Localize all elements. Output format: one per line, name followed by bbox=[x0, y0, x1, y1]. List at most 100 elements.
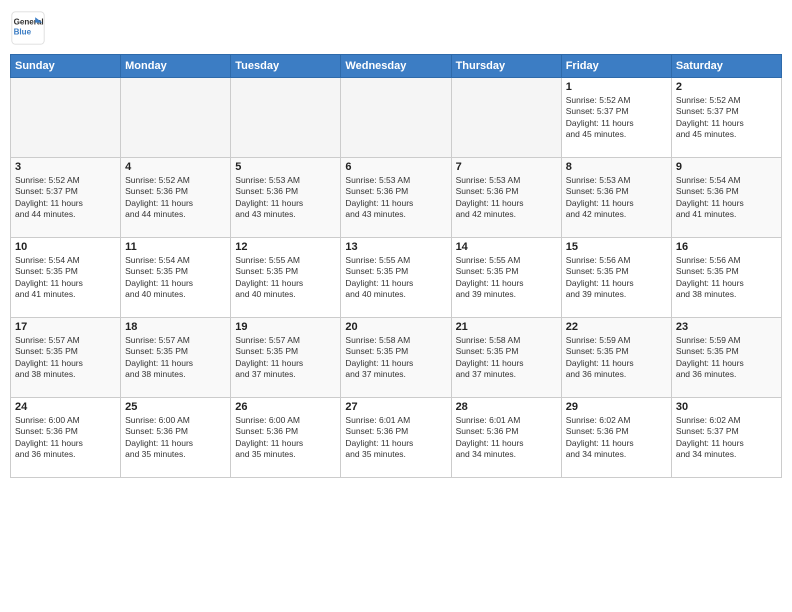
calendar-cell: 21 Sunrise: 5:58 AM Sunset: 5:35 PM Dayli… bbox=[451, 318, 561, 398]
calendar-cell: 27Sunrise: 6:01 AM Sunset: 5:36 PM Dayli… bbox=[341, 398, 451, 478]
weekday-header-row: SundayMondayTuesdayWednesdayThursdayFrid… bbox=[11, 55, 782, 78]
calendar-cell: 25 Sunrise: 6:00 AM Sunset: 5:36 PM Dayli… bbox=[121, 398, 231, 478]
header: General Blue bbox=[10, 10, 782, 46]
calendar-cell: 5Sunrise: 5:53 AM Sunset: 5:36 PM Daylig… bbox=[231, 158, 341, 238]
day-info: Sunrise: 5:54 AM Sunset: 5:35 PM Dayligh… bbox=[15, 255, 116, 301]
day-info: Sunrise: 5:55 AM Sunset: 5:35 PM Dayligh… bbox=[456, 255, 557, 301]
calendar-cell: 23 Sunrise: 5:59 AM Sunset: 5:35 PM Dayli… bbox=[671, 318, 781, 398]
weekday-header-friday: Friday bbox=[561, 55, 671, 78]
day-info: Sunrise: 5:57 AM Sunset: 5:35 PM Dayligh… bbox=[235, 335, 336, 381]
day-info: Sunrise: 5:53 AM Sunset: 5:36 PM Dayligh… bbox=[566, 175, 667, 221]
logo-icon: General Blue bbox=[10, 10, 46, 46]
calendar-cell: 19 Sunrise: 5:57 AM Sunset: 5:35 PM Dayli… bbox=[231, 318, 341, 398]
day-info: Sunrise: 5:52 AM Sunset: 5:37 PM Dayligh… bbox=[15, 175, 116, 221]
day-number: 21 bbox=[456, 321, 557, 333]
week-row-2: 10 Sunrise: 5:54 AM Sunset: 5:35 PM Dayli… bbox=[11, 238, 782, 318]
svg-text:Blue: Blue bbox=[14, 27, 32, 36]
day-number: 20 bbox=[345, 321, 446, 333]
week-row-1: 3 Sunrise: 5:52 AM Sunset: 5:37 PM Daylig… bbox=[11, 158, 782, 238]
day-number: 2 bbox=[676, 81, 777, 93]
day-number: 1 bbox=[566, 81, 667, 93]
day-info: Sunrise: 5:54 AM Sunset: 5:35 PM Dayligh… bbox=[125, 255, 226, 301]
day-info: Sunrise: 5:56 AM Sunset: 5:35 PM Dayligh… bbox=[676, 255, 777, 301]
calendar-cell: 2 Sunrise: 5:52 AM Sunset: 5:37 PM Daylig… bbox=[671, 78, 781, 158]
calendar-cell: 6 Sunrise: 5:53 AM Sunset: 5:36 PM Daylig… bbox=[341, 158, 451, 238]
day-number: 18 bbox=[125, 321, 226, 333]
day-number: 22 bbox=[566, 321, 667, 333]
day-info: Sunrise: 5:53 AM Sunset: 5:36 PM Dayligh… bbox=[345, 175, 446, 221]
day-number: 6 bbox=[345, 161, 446, 173]
calendar-cell: 28 Sunrise: 6:01 AM Sunset: 5:36 PM Dayli… bbox=[451, 398, 561, 478]
day-number: 24 bbox=[15, 401, 116, 413]
calendar-cell bbox=[231, 78, 341, 158]
day-info: Sunrise: 5:52 AM Sunset: 5:36 PM Dayligh… bbox=[125, 175, 226, 221]
day-info: Sunrise: 6:01 AM Sunset: 5:36 PM Dayligh… bbox=[456, 415, 557, 461]
calendar-cell: 29Sunrise: 6:02 AM Sunset: 5:36 PM Dayli… bbox=[561, 398, 671, 478]
calendar-cell: 1 Sunrise: 5:52 AM Sunset: 5:37 PM Daylig… bbox=[561, 78, 671, 158]
day-info: Sunrise: 5:56 AM Sunset: 5:35 PM Dayligh… bbox=[566, 255, 667, 301]
calendar-cell: 10 Sunrise: 5:54 AM Sunset: 5:35 PM Dayli… bbox=[11, 238, 121, 318]
day-number: 7 bbox=[456, 161, 557, 173]
calendar-cell: 12 Sunrise: 5:55 AM Sunset: 5:35 PM Dayli… bbox=[231, 238, 341, 318]
calendar-cell: 4 Sunrise: 5:52 AM Sunset: 5:36 PM Daylig… bbox=[121, 158, 231, 238]
logo: General Blue bbox=[10, 10, 46, 46]
day-number: 12 bbox=[235, 241, 336, 253]
calendar-cell: 22 Sunrise: 5:59 AM Sunset: 5:35 PM Dayli… bbox=[561, 318, 671, 398]
day-info: Sunrise: 5:55 AM Sunset: 5:35 PM Dayligh… bbox=[235, 255, 336, 301]
day-number: 8 bbox=[566, 161, 667, 173]
day-info: Sunrise: 6:02 AM Sunset: 5:37 PM Dayligh… bbox=[676, 415, 777, 461]
calendar-cell: 17Sunrise: 5:57 AM Sunset: 5:35 PM Dayli… bbox=[11, 318, 121, 398]
calendar-cell: 15 Sunrise: 5:56 AM Sunset: 5:35 PM Dayli… bbox=[561, 238, 671, 318]
weekday-header-sunday: Sunday bbox=[11, 55, 121, 78]
calendar-cell: 24 Sunrise: 6:00 AM Sunset: 5:36 PM Dayli… bbox=[11, 398, 121, 478]
day-number: 15 bbox=[566, 241, 667, 253]
day-info: Sunrise: 5:53 AM Sunset: 5:36 PM Dayligh… bbox=[456, 175, 557, 221]
calendar-cell: 30 Sunrise: 6:02 AM Sunset: 5:37 PM Dayli… bbox=[671, 398, 781, 478]
day-number: 25 bbox=[125, 401, 226, 413]
weekday-header-saturday: Saturday bbox=[671, 55, 781, 78]
day-info: Sunrise: 5:58 AM Sunset: 5:35 PM Dayligh… bbox=[456, 335, 557, 381]
day-info: Sunrise: 5:59 AM Sunset: 5:35 PM Dayligh… bbox=[566, 335, 667, 381]
weekday-header-thursday: Thursday bbox=[451, 55, 561, 78]
day-number: 30 bbox=[676, 401, 777, 413]
day-number: 23 bbox=[676, 321, 777, 333]
day-number: 28 bbox=[456, 401, 557, 413]
day-info: Sunrise: 5:53 AM Sunset: 5:36 PM Dayligh… bbox=[235, 175, 336, 221]
day-number: 4 bbox=[125, 161, 226, 173]
calendar-cell bbox=[11, 78, 121, 158]
day-number: 3 bbox=[15, 161, 116, 173]
day-number: 9 bbox=[676, 161, 777, 173]
day-info: Sunrise: 5:52 AM Sunset: 5:37 PM Dayligh… bbox=[566, 95, 667, 141]
calendar-cell: 13Sunrise: 5:55 AM Sunset: 5:35 PM Dayli… bbox=[341, 238, 451, 318]
day-info: Sunrise: 6:00 AM Sunset: 5:36 PM Dayligh… bbox=[15, 415, 116, 461]
day-info: Sunrise: 6:01 AM Sunset: 5:36 PM Dayligh… bbox=[345, 415, 446, 461]
calendar-cell: 14 Sunrise: 5:55 AM Sunset: 5:35 PM Dayli… bbox=[451, 238, 561, 318]
week-row-0: 1 Sunrise: 5:52 AM Sunset: 5:37 PM Daylig… bbox=[11, 78, 782, 158]
day-number: 11 bbox=[125, 241, 226, 253]
calendar-cell: 9Sunrise: 5:54 AM Sunset: 5:36 PM Daylig… bbox=[671, 158, 781, 238]
calendar-cell: 18 Sunrise: 5:57 AM Sunset: 5:35 PM Dayli… bbox=[121, 318, 231, 398]
calendar-cell: 16Sunrise: 5:56 AM Sunset: 5:35 PM Dayli… bbox=[671, 238, 781, 318]
calendar-cell bbox=[341, 78, 451, 158]
calendar: SundayMondayTuesdayWednesdayThursdayFrid… bbox=[10, 54, 782, 478]
weekday-header-tuesday: Tuesday bbox=[231, 55, 341, 78]
calendar-cell: 3 Sunrise: 5:52 AM Sunset: 5:37 PM Daylig… bbox=[11, 158, 121, 238]
calendar-cell: 11 Sunrise: 5:54 AM Sunset: 5:35 PM Dayli… bbox=[121, 238, 231, 318]
calendar-cell bbox=[121, 78, 231, 158]
day-info: Sunrise: 5:58 AM Sunset: 5:35 PM Dayligh… bbox=[345, 335, 446, 381]
week-row-4: 24 Sunrise: 6:00 AM Sunset: 5:36 PM Dayli… bbox=[11, 398, 782, 478]
weekday-header-wednesday: Wednesday bbox=[341, 55, 451, 78]
day-info: Sunrise: 6:00 AM Sunset: 5:36 PM Dayligh… bbox=[125, 415, 226, 461]
day-info: Sunrise: 5:57 AM Sunset: 5:35 PM Dayligh… bbox=[125, 335, 226, 381]
day-number: 19 bbox=[235, 321, 336, 333]
day-number: 10 bbox=[15, 241, 116, 253]
calendar-cell: 20 Sunrise: 5:58 AM Sunset: 5:35 PM Dayli… bbox=[341, 318, 451, 398]
day-number: 26 bbox=[235, 401, 336, 413]
day-number: 13 bbox=[345, 241, 446, 253]
calendar-cell: 26Sunrise: 6:00 AM Sunset: 5:36 PM Dayli… bbox=[231, 398, 341, 478]
day-number: 14 bbox=[456, 241, 557, 253]
day-info: Sunrise: 5:52 AM Sunset: 5:37 PM Dayligh… bbox=[676, 95, 777, 141]
calendar-cell: 7 Sunrise: 5:53 AM Sunset: 5:36 PM Daylig… bbox=[451, 158, 561, 238]
calendar-cell: 8 Sunrise: 5:53 AM Sunset: 5:36 PM Daylig… bbox=[561, 158, 671, 238]
day-info: Sunrise: 5:59 AM Sunset: 5:35 PM Dayligh… bbox=[676, 335, 777, 381]
